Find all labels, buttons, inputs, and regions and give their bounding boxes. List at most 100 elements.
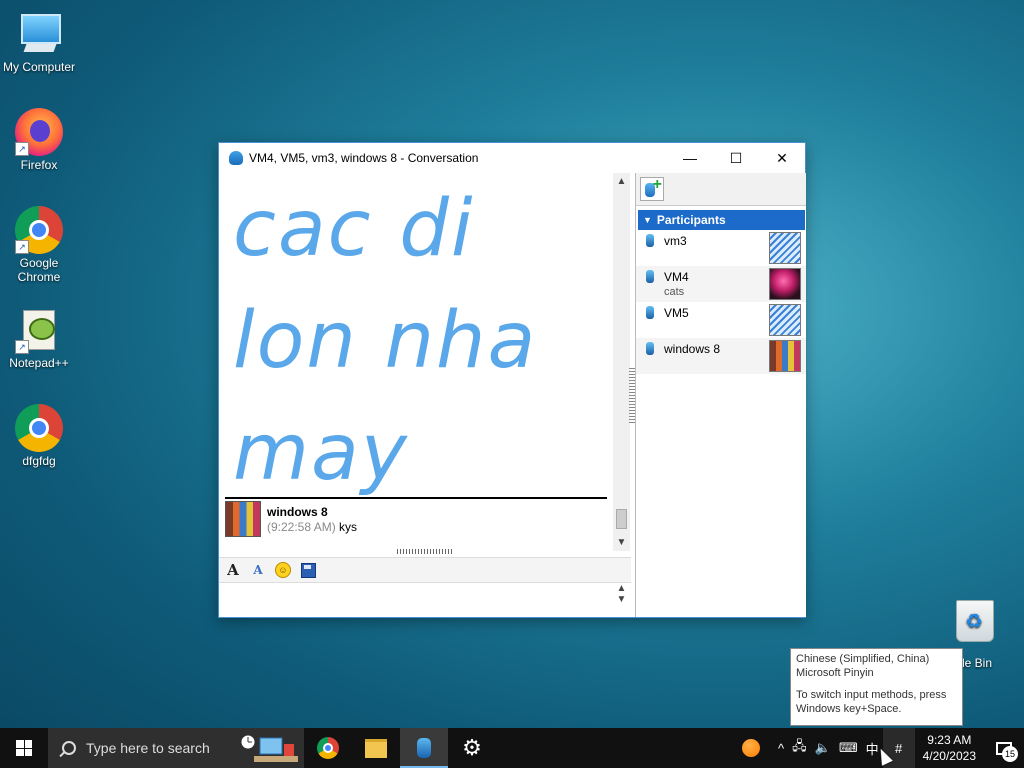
tooltip-line: To switch input methods, press [796, 689, 947, 701]
tooltip-line: Chinese (Simplified, China) [796, 653, 930, 665]
search-highlight-illustration-icon [238, 734, 298, 762]
emoticon-button[interactable]: ☺ [272, 560, 294, 580]
desktop-icon-label: My Computer [2, 60, 76, 74]
recycle-bin-icon: ♻ [956, 600, 994, 642]
collapse-triangle-icon: ▼ [643, 215, 652, 225]
desktop-icon-my-computer[interactable]: My Computer [0, 10, 78, 74]
minimize-button[interactable]: — [667, 143, 713, 173]
participants-pane: ▼ Participants vm3 VM4 cats VM5 windows … [635, 173, 806, 617]
user-icon [646, 306, 654, 319]
avatar [769, 232, 801, 264]
shortcut-arrow-icon: ↗ [15, 340, 29, 354]
desktop-icon-firefox[interactable]: ↗ Firefox [0, 108, 78, 172]
participant-name: vm3 [664, 234, 687, 248]
input-resize-grip[interactable] [397, 549, 453, 554]
chrome-icon [317, 737, 339, 759]
chat-scrollbar[interactable]: ▲ ▼ [613, 173, 630, 551]
windows-logo-icon [16, 740, 32, 756]
desktop-icon-dfgfdg[interactable]: dfgfdg [0, 404, 78, 468]
desktop-icon-notepad-plus-plus[interactable]: ↗ Notepad++ [0, 306, 78, 370]
message-body: (9:22:58 AM) kys [267, 520, 357, 534]
taskbar-settings[interactable]: ⚙ [448, 728, 496, 768]
volume-icon[interactable]: 🔈 [811, 728, 835, 768]
clock-date: 4/20/2023 [922, 749, 976, 763]
action-center-button[interactable]: 15 [984, 728, 1024, 768]
participant-item[interactable]: vm3 [636, 230, 806, 266]
message-input[interactable] [219, 583, 613, 617]
clock-time: 9:23 AM [927, 733, 972, 747]
start-button[interactable] [0, 728, 48, 768]
touch-keyboard-icon[interactable]: ⌨ [835, 728, 862, 768]
font-color-icon[interactable]: A [247, 560, 269, 580]
user-icon [646, 342, 654, 355]
message-line: may [233, 408, 409, 498]
input-scrollbar[interactable]: ▲ ▼ [613, 583, 630, 617]
avatar [769, 268, 801, 300]
save-button[interactable] [297, 560, 319, 580]
taskbar-messenger[interactable] [400, 728, 448, 768]
desktop-icon-label: Notepad++ [9, 356, 69, 370]
title-bar[interactable]: VM4, VM5, vm3, windows 8 - Conversation … [219, 143, 805, 173]
scroll-up-arrow-icon[interactable]: ▲ [613, 173, 630, 190]
taskbar-file-explorer[interactable] [352, 728, 400, 768]
participant-item[interactable]: windows 8 [636, 338, 806, 374]
message-entry: windows 8 (9:22:58 AM) kys [225, 499, 607, 539]
large-message: cac di lon nha may [233, 173, 537, 509]
participants-toolbar [636, 173, 806, 206]
avatar [225, 501, 261, 537]
close-button[interactable]: ✕ [759, 143, 805, 173]
message-text: kys [339, 520, 358, 534]
participant-name: windows 8 [664, 342, 721, 356]
taskbar-chrome[interactable] [304, 728, 352, 768]
participant-name: VM4 [664, 270, 689, 284]
computer-icon [15, 10, 63, 58]
font-icon[interactable]: A [222, 560, 244, 580]
scroll-down-arrow-icon[interactable]: ▼ [613, 594, 630, 605]
participants-header-label: Participants [656, 213, 726, 227]
participant-item[interactable]: VM5 [636, 302, 806, 338]
desktop-icon-label: Google Chrome [17, 256, 61, 284]
notepad-plus-plus-icon: ↗ [15, 306, 63, 354]
shortcut-arrow-icon: ↗ [15, 240, 29, 254]
folder-icon [365, 738, 387, 758]
participant-item[interactable]: VM4 cats [636, 266, 806, 302]
firefox-icon: ↗ [15, 108, 63, 156]
taskbar-search-box[interactable]: Type here to search [48, 728, 304, 768]
user-icon [646, 270, 654, 283]
participants-header[interactable]: ▼ Participants [638, 210, 805, 230]
scroll-thumb[interactable] [616, 509, 627, 529]
avatar [769, 340, 801, 372]
participant-name: VM5 [664, 306, 689, 320]
show-hidden-icons-button[interactable]: ^ [774, 728, 788, 768]
orange-circle-icon [742, 739, 761, 757]
scroll-down-arrow-icon[interactable]: ▼ [613, 534, 630, 551]
desktop-icon-google-chrome[interactable]: ↗ Google Chrome [0, 206, 78, 284]
network-icon[interactable]: 🖧 [788, 728, 811, 768]
tray-app-orange[interactable] [738, 728, 774, 768]
save-icon [300, 562, 316, 578]
avatar [769, 304, 801, 336]
message-line: lon nha [233, 296, 538, 386]
search-placeholder: Type here to search [86, 740, 210, 756]
search-icon [62, 741, 76, 755]
messenger-icon [417, 738, 431, 758]
tooltip-line: Microsoft Pinyin [796, 667, 874, 679]
gear-icon: ⚙ [462, 735, 482, 760]
message-line: cac di [233, 184, 475, 274]
scroll-up-arrow-icon[interactable]: ▲ [613, 583, 630, 594]
shortcut-arrow-icon: ↗ [15, 142, 29, 156]
tooltip-line: Windows key+Space. [796, 703, 902, 715]
input-method-tooltip: Chinese (Simplified, China) Microsoft Pi… [790, 648, 963, 726]
clock[interactable]: 9:23 AM 4/20/2023 [915, 732, 984, 764]
chat-history[interactable]: cac di lon nha may windows 8 (9:22:58 AM… [219, 173, 613, 551]
chrome-icon: ↗ [15, 206, 63, 254]
smiley-icon: ☺ [275, 562, 291, 578]
user-icon [646, 234, 654, 247]
desktop-icon-label: Firefox [20, 158, 58, 172]
message-sender: windows 8 [267, 505, 328, 519]
desktop-icon-label: dfgfdg [22, 454, 56, 468]
maximize-button[interactable]: ☐ [713, 143, 759, 173]
add-participant-button[interactable] [640, 176, 664, 201]
participant-status: cats [664, 286, 685, 298]
message-time: (9:22:58 AM) [267, 520, 336, 534]
